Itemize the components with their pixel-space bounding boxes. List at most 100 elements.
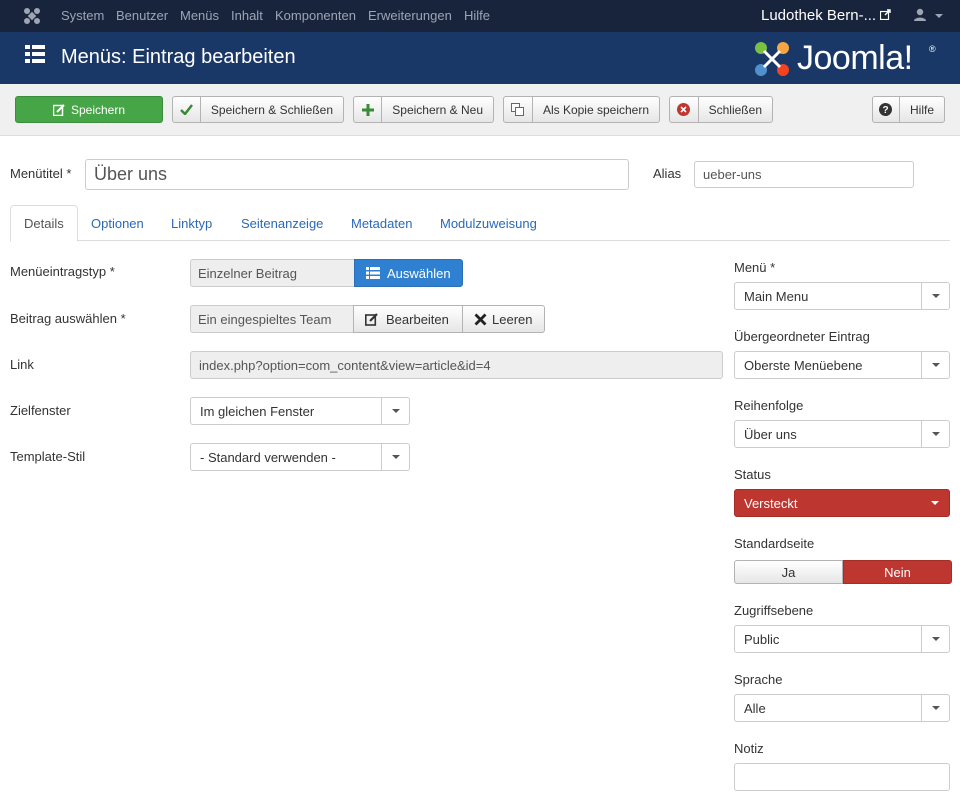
parent-item-label: Übergeordneter Eintrag [734,329,870,344]
tab-linktyp[interactable]: Linktyp [158,205,225,241]
joomla-brand-text: Joomla! [797,39,913,77]
tab-bar: Details Optionen Linktyp Seitenanzeige M… [10,205,950,242]
order-select[interactable]: Über uns [734,420,950,448]
user-icon[interactable] [913,8,927,22]
status-value: Versteckt [744,495,798,511]
template-style-value: - Standard verwenden - [200,449,336,465]
save-new-button[interactable]: Speichern & Neu [353,96,494,123]
status-select[interactable]: Versteckt [734,489,950,517]
select-type-button[interactable]: Auswählen [354,259,463,287]
menu-select[interactable]: Main Menu [734,282,950,310]
close-label: Schließen [708,102,762,117]
nav-menues[interactable]: Menüs [180,8,219,23]
question-icon: ? [873,97,900,122]
alias-input[interactable]: ueber-uns [694,161,914,188]
brand-registered-mark: ® [929,44,936,54]
chevron-down-icon [381,444,409,470]
nav-inhalt[interactable]: Inhalt [231,8,263,23]
note-label: Notiz [734,741,764,756]
order-value: Über uns [744,426,797,442]
target-window-select[interactable]: Im gleichen Fenster [190,397,410,425]
chevron-down-icon [921,283,949,309]
chevron-down-icon [921,695,949,721]
copy-icon [504,97,533,122]
menu-item-type-label: Menüeintragstyp * [10,264,115,279]
menu-value: Main Menu [744,288,809,304]
order-label: Reihenfolge [734,398,804,413]
language-select[interactable]: Alle [734,694,950,722]
menu-label: Menü * [734,260,776,275]
home-page-no-button[interactable]: Nein [843,560,952,584]
tab-details[interactable]: Details [10,205,78,242]
parent-item-select[interactable]: Oberste Menüebene [734,351,950,379]
toolbar: Speichern Speichern & Schließen Speicher… [0,84,960,136]
tab-optionen[interactable]: Optionen [78,205,157,241]
external-link-icon [880,9,891,20]
help-label: Hilfe [909,102,934,117]
edit-article-button[interactable]: Bearbeiten [353,305,463,333]
article-select-label: Beitrag auswählen * [10,311,126,326]
edit-article-label: Bearbeiten [386,311,449,327]
alias-label: Alias [653,166,682,181]
language-label: Sprache [734,672,783,687]
title-label: Menütitel * [10,166,72,181]
save-close-label: Speichern & Schließen [210,102,333,117]
home-page-yes-button[interactable]: Ja [734,560,843,584]
page-header: Menüs: Eintrag bearbeiten Joomla! ® [0,32,960,84]
note-input[interactable] [734,763,950,791]
save-copy-button[interactable]: Als Kopie speichern [503,96,660,123]
nav-system[interactable]: System [61,8,104,23]
save-label: Speichern [70,102,126,117]
save-copy-label: Als Kopie speichern [542,102,649,117]
target-window-label: Zielfenster [10,403,71,418]
clear-article-label: Leeren [492,311,533,327]
target-window-value: Im gleichen Fenster [200,403,315,419]
select-type-label: Auswählen [387,265,451,281]
chevron-down-icon [381,398,409,424]
nav-komponenten[interactable]: Komponenten [275,8,356,23]
edit-icon [365,312,378,326]
clear-article-button[interactable]: Leeren [462,305,545,333]
help-button[interactable]: ? Hilfe [872,96,945,123]
save-close-button[interactable]: Speichern & Schließen [172,96,344,123]
edit-icon [52,103,65,116]
close-circle-icon [670,97,699,122]
home-page-label: Standardseite [734,536,815,551]
save-new-label: Speichern & Neu [392,102,483,117]
language-value: Alle [744,700,766,716]
parent-item-value: Oberste Menüebene [744,357,863,373]
check-icon [173,97,201,122]
article-select-value: Ein eingespieltes Team [190,305,355,333]
nav-hilfe[interactable]: Hilfe [464,8,490,23]
template-style-select[interactable]: - Standard verwenden - [190,443,410,471]
user-menu-caret-icon[interactable] [935,14,943,18]
list-icon [366,267,380,279]
tab-modulzuweisung[interactable]: Modulzuweisung [427,205,550,241]
close-button[interactable]: Schließen [669,96,773,123]
access-level-select[interactable]: Public [734,625,950,653]
chevron-down-icon [921,352,949,378]
nav-erweiterungen[interactable]: Erweiterungen [368,8,452,23]
tab-metadaten[interactable]: Metadaten [338,205,425,241]
link-label: Link [10,357,34,372]
status-label: Status [734,467,771,482]
link-input: index.php?option=com_content&view=articl… [190,351,723,379]
template-style-label: Template-Stil [10,449,86,464]
joomla-brand-logo-icon [755,42,789,76]
chevron-down-icon [921,490,949,516]
nav-benutzer[interactable]: Benutzer [116,8,168,23]
svg-text:?: ? [883,105,889,116]
access-level-label: Zugriffsebene [734,603,814,618]
joomla-logo-icon[interactable] [22,6,42,26]
plus-icon [354,97,383,122]
title-input[interactable]: Über uns [85,159,629,190]
save-button[interactable]: Speichern [15,96,163,123]
top-navbar: System Benutzer Menüs Inhalt Komponenten… [0,0,960,32]
home-page-toggle: Ja Nein [734,560,952,584]
chevron-down-icon [921,626,949,652]
menu-item-type-value: Einzelner Beitrag [190,259,355,287]
site-name-link[interactable]: Ludothek Bern-... [761,7,876,24]
tab-seitenanzeige[interactable]: Seitenanzeige [228,205,336,241]
close-icon [474,313,487,325]
page-title: Menüs: Eintrag bearbeiten [61,46,296,68]
